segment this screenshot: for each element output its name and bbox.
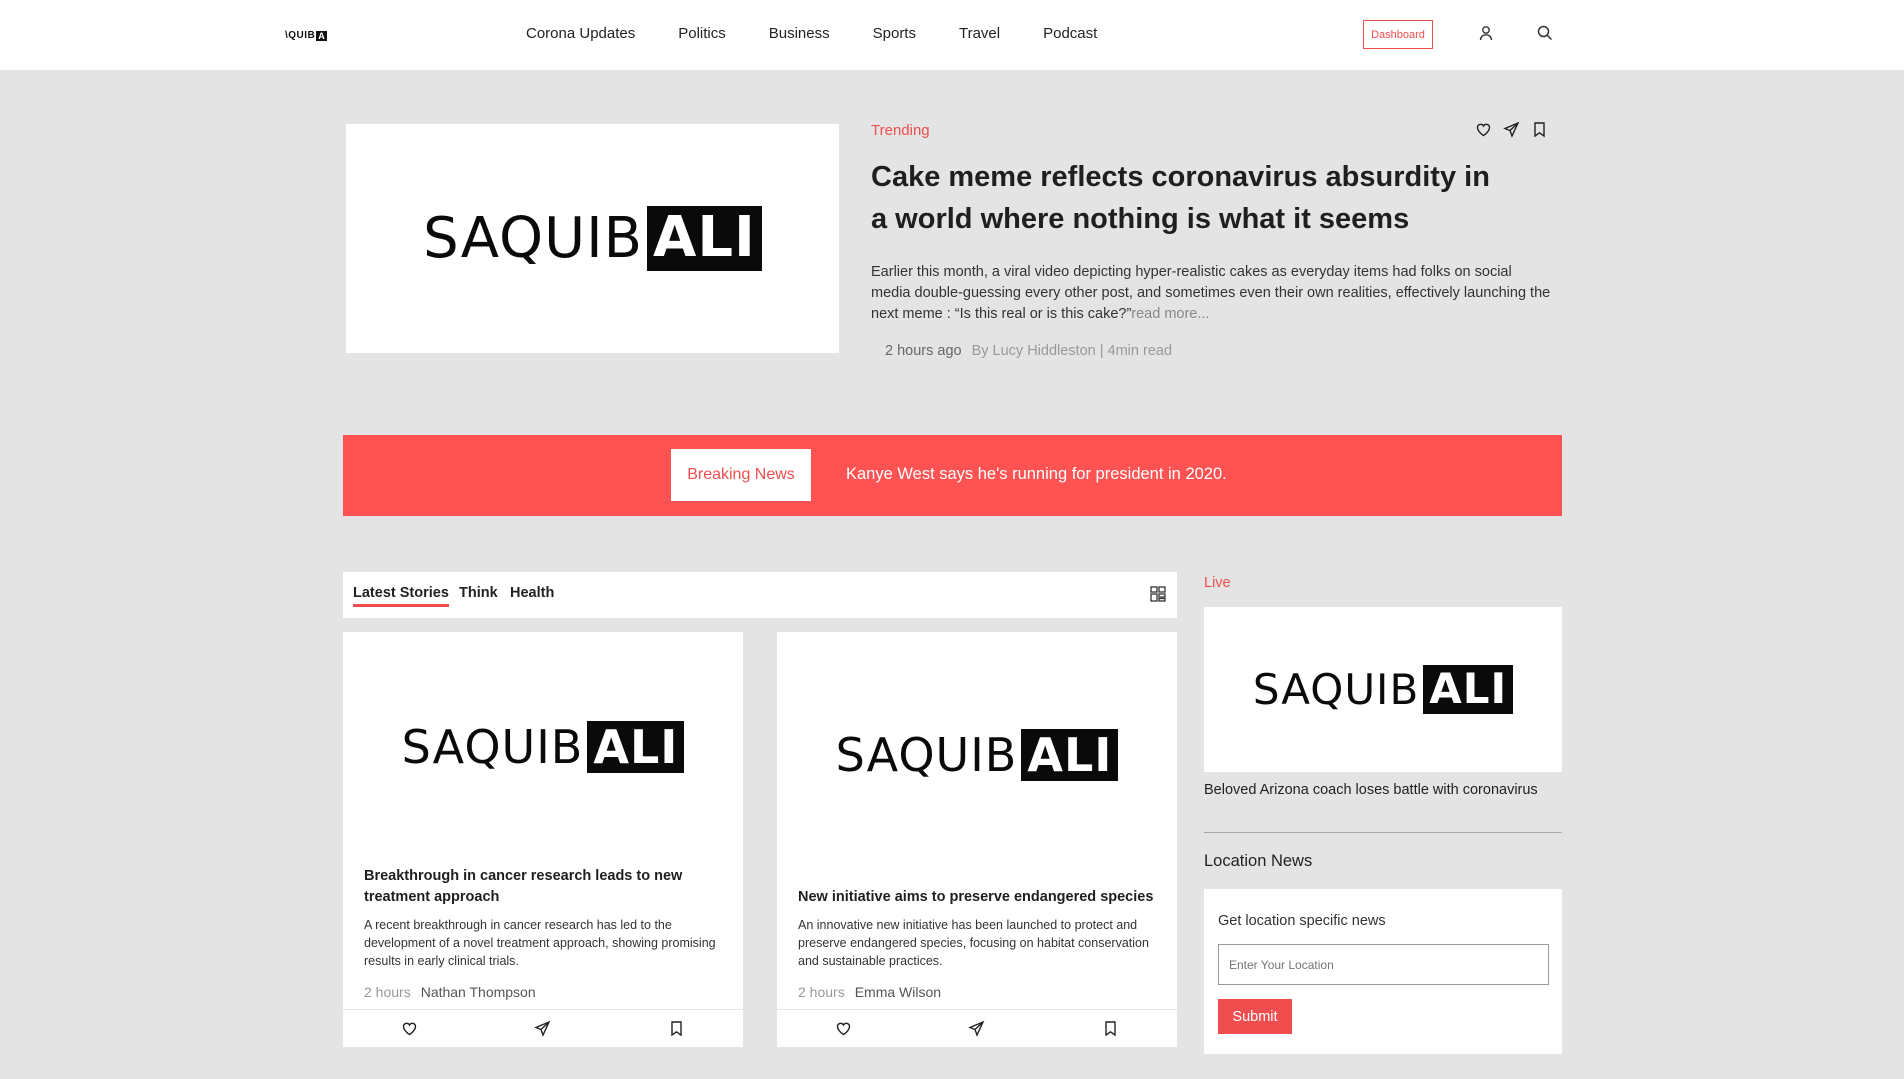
user-icon[interactable] [1477,24,1495,42]
card-title[interactable]: Breakthrough in cancer research leads to… [364,866,724,908]
brand-logo-image: SAQUIB ALI [1252,665,1514,714]
story-card[interactable]: SAQUIB ALI New initiative aims to preserv… [777,632,1177,1047]
hero-meta: 2 hours ago By Lucy Hiddleston | 4min rea… [885,343,1172,359]
card-image[interactable]: SAQUIB ALI [777,632,1177,862]
tab-think[interactable]: Think [459,585,498,601]
bookmark-icon[interactable] [668,1020,685,1037]
heart-icon[interactable] [835,1020,852,1037]
nav-corona-updates[interactable]: Corona Updates [526,25,635,42]
hero-excerpt-text: Earlier this month, a viral video depict… [871,264,1551,322]
divider [1204,832,1562,833]
breaking-news-headline[interactable]: Kanye West says he's running for preside… [846,465,1227,484]
brand-logo-image: SAQUIB ALI [423,205,762,271]
hero-byline: By Lucy Hiddleston | 4min read [971,343,1173,359]
nav-travel[interactable]: Travel [959,25,1000,42]
card-title[interactable]: New initiative aims to preserve endanger… [798,887,1158,908]
hero-actions [1475,121,1548,138]
nav-politics[interactable]: Politics [678,25,726,42]
story-tabs: Latest Stories Think Health [343,572,1177,618]
card-actions [343,1009,743,1047]
nav-business[interactable]: Business [769,25,830,42]
location-form: Get location specific news Submit [1204,889,1562,1054]
location-form-label: Get location specific news [1218,913,1386,929]
hero-headline[interactable]: Cake meme reflects coronavirus absurdity… [871,156,1511,240]
brand-logo-image: SAQUIB ALI [836,728,1119,782]
brand-box: ALI [587,720,685,774]
bookmark-icon[interactable] [1102,1020,1119,1037]
logo-text: \QUIB [285,30,316,41]
brand-logo-image: SAQUIB ALI [402,720,685,774]
brand-word: SAQUIB [835,728,1018,782]
card-image[interactable]: SAQUIB ALI [343,632,743,862]
top-navbar: \QUIB A Corona Updates Politics Business … [0,0,1904,70]
card-time: 2 hours [364,984,411,1000]
search-icon[interactable] [1536,24,1554,42]
submit-button[interactable]: Submit [1218,999,1292,1034]
location-input[interactable] [1218,944,1549,985]
nav-sports[interactable]: Sports [873,25,916,42]
brand-word: SAQUIB [401,720,584,774]
hero-time: 2 hours ago [885,343,962,359]
hero-excerpt: Earlier this month, a viral video depict… [871,262,1551,325]
live-headline[interactable]: Beloved Arizona coach loses battle with … [1204,782,1538,798]
card-meta: 2 hours Nathan Thompson [364,984,536,1000]
main-nav: Corona Updates Politics Business Sports … [526,25,1140,42]
tab-health[interactable]: Health [510,585,554,601]
location-news-title: Location News [1204,852,1313,870]
grid-view-icon[interactable] [1149,585,1167,603]
card-meta: 2 hours Emma Wilson [798,984,941,1000]
card-excerpt: A recent breakthrough in cancer research… [364,918,716,968]
card-excerpt: An innovative new initiative has been la… [798,918,1149,968]
hero-image[interactable]: SAQUIB ALI [346,124,839,353]
dashboard-button[interactable]: Dashboard [1363,20,1433,49]
bookmark-icon[interactable] [1531,121,1548,138]
heart-icon[interactable] [401,1020,418,1037]
nav-podcast[interactable]: Podcast [1043,25,1097,42]
site-logo[interactable]: \QUIB A [285,30,328,41]
live-label: Live [1204,575,1231,591]
brand-word: SAQUIB [423,206,644,271]
heart-icon[interactable] [1475,121,1492,138]
brand-word: SAQUIB [1252,665,1420,714]
share-icon[interactable] [534,1020,551,1037]
trending-tag[interactable]: Trending [871,122,930,139]
tab-latest-stories[interactable]: Latest Stories [353,585,449,607]
breaking-news-label[interactable]: Breaking News [671,449,811,501]
card-time: 2 hours [798,984,845,1000]
live-image[interactable]: SAQUIB ALI [1204,607,1562,772]
card-author[interactable]: Emma Wilson [855,984,941,1000]
breaking-news-banner: Breaking News Kanye West says he's runni… [343,435,1562,516]
brand-box: ALI [647,205,762,271]
logo-box: A [316,30,328,41]
read-more-link[interactable]: read more... [1131,306,1209,322]
story-card[interactable]: SAQUIB ALI Breakthrough in cancer researc… [343,632,743,1047]
brand-box: ALI [1021,728,1119,782]
share-icon[interactable] [968,1020,985,1037]
card-author[interactable]: Nathan Thompson [421,984,536,1000]
card-actions [777,1009,1177,1047]
brand-box: ALI [1423,665,1514,714]
share-icon[interactable] [1503,121,1520,138]
